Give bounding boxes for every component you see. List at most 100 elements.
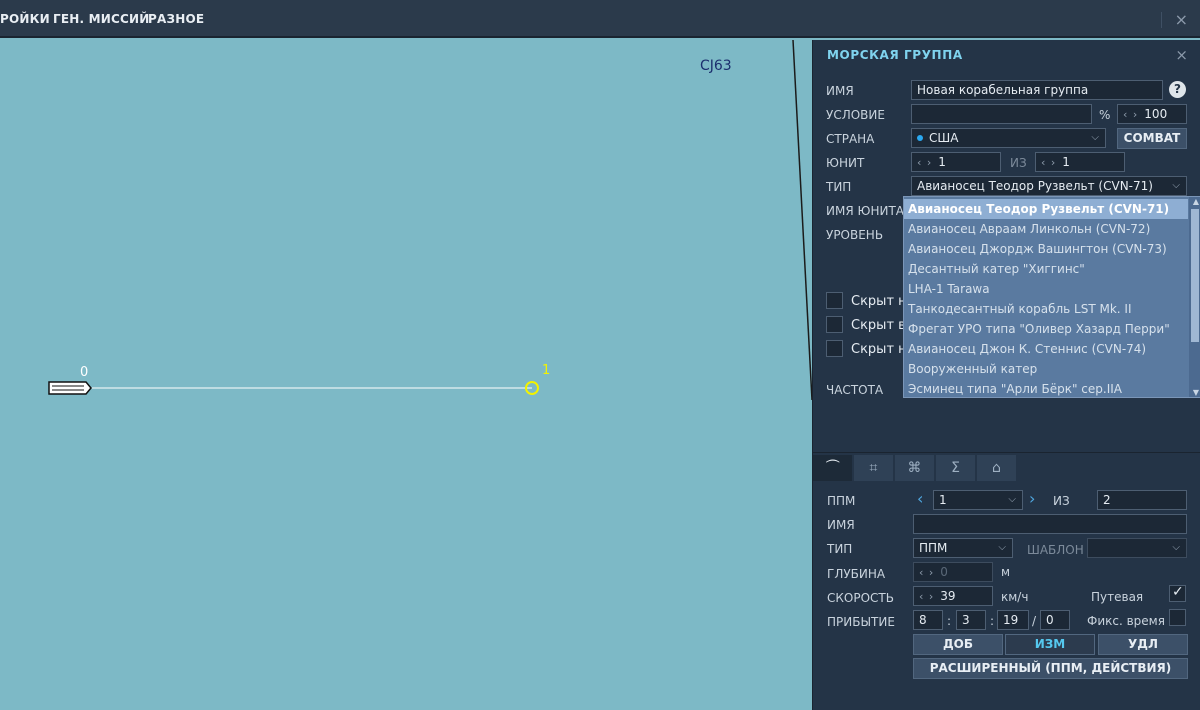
stepper-arrows-icon[interactable]: ‹ › bbox=[1123, 108, 1138, 121]
map-canvas bbox=[48, 40, 812, 401]
panel-title: МОРСКАЯ ГРУППА bbox=[827, 48, 963, 62]
probability-stepper[interactable]: ‹ › 100 bbox=[1117, 104, 1187, 124]
unit-type-dropdown-list[interactable]: Авианосец Теодор Рузвельт (CVN-71) Авиан… bbox=[903, 196, 1200, 398]
dropdown-option[interactable]: Авианосец Джордж Вашингтон (CVN-73) bbox=[908, 239, 1167, 259]
close-icon[interactable]: × bbox=[1175, 46, 1188, 64]
percent-label: % bbox=[1099, 108, 1111, 122]
unit-type-select[interactable]: Авианосец Теодор Рузвельт (CVN-71) ⌵ bbox=[911, 176, 1187, 196]
arrival-seconds-input[interactable]: 0 bbox=[1040, 610, 1070, 630]
separator bbox=[1161, 12, 1162, 28]
unit-value: 1 bbox=[938, 155, 946, 169]
chevron-down-icon: ⌵ bbox=[1091, 132, 1099, 143]
dropdown-option[interactable]: Авианосец Джон К. Стеннис (CVN-74) bbox=[908, 339, 1146, 359]
unit-count-stepper[interactable]: ‹ › 1 bbox=[1035, 152, 1125, 172]
level-label: УРОВЕНЬ bbox=[826, 228, 884, 242]
fixed-time-label: Фикс. время bbox=[1087, 614, 1165, 628]
condition-input[interactable] bbox=[911, 104, 1092, 124]
route-checkbox[interactable] bbox=[1169, 584, 1186, 602]
arrival-hours-input[interactable]: 3 bbox=[956, 610, 986, 630]
arrival-label: ПРИБЫТИЕ bbox=[827, 615, 895, 629]
waypoint-value: 1 bbox=[939, 493, 947, 507]
depth-label: ГЛУБИНА bbox=[827, 567, 886, 581]
time-separator: : bbox=[947, 614, 952, 628]
waypoint-name-input[interactable] bbox=[913, 514, 1187, 534]
chevron-down-icon: ⌵ bbox=[1172, 180, 1180, 191]
stepper-arrows-icon[interactable]: ‹ › bbox=[917, 156, 932, 169]
scrollbar-thumb[interactable] bbox=[1191, 209, 1199, 342]
waypoint-type-value: ППМ bbox=[919, 541, 948, 555]
next-waypoint-icon[interactable]: › bbox=[1029, 489, 1035, 508]
dropdown-option[interactable]: LHA-1 Tarawa bbox=[908, 279, 990, 299]
country-select[interactable]: США ⌵ bbox=[911, 128, 1106, 148]
chevron-down-icon: ⌵ bbox=[1008, 494, 1016, 505]
section-divider bbox=[813, 452, 1200, 453]
stepper-arrows-icon[interactable]: ‹ › bbox=[919, 590, 934, 603]
waypoint-label: ППМ bbox=[827, 494, 856, 508]
waypoint-0-label: 0 bbox=[80, 365, 89, 380]
route-label: Путевая bbox=[1091, 590, 1144, 604]
menu-settings[interactable]: РОЙКИ bbox=[0, 12, 50, 26]
add-waypoint-button[interactable]: ДОБ bbox=[913, 634, 1003, 655]
dropdown-option[interactable]: Десантный катер "Хиггинс" bbox=[908, 259, 1085, 279]
template-select[interactable]: ⌵ bbox=[1087, 538, 1187, 558]
arrival-minutes-input[interactable]: 19 bbox=[997, 610, 1029, 630]
scroll-up-icon[interactable]: ▲ bbox=[1193, 197, 1199, 206]
dropdown-option[interactable]: Фрегат УРО типа "Оливер Хазард Перри" bbox=[908, 319, 1170, 339]
dropdown-option[interactable]: Авианосец Авраам Линкольн (CVN-72) bbox=[908, 219, 1150, 239]
advanced-actions-button[interactable]: РАСШИРЕННЫЙ (ППМ, ДЕЙСТВИЯ) bbox=[913, 658, 1188, 679]
route-icon[interactable]: ⏜ bbox=[813, 455, 853, 481]
menu-misc[interactable]: РАЗНОЕ bbox=[148, 12, 204, 26]
help-icon[interactable]: ? bbox=[1169, 81, 1186, 98]
speed-value: 39 bbox=[940, 589, 956, 603]
chevron-down-icon: ⌵ bbox=[998, 542, 1006, 553]
waypoint-total: 2 bbox=[1097, 490, 1187, 510]
time-separator: / bbox=[1032, 614, 1037, 628]
map-view[interactable]: CJ63 0 1 bbox=[0, 40, 812, 710]
country-label: СТРАНА bbox=[826, 132, 875, 146]
dropdown-scrollbar[interactable]: ▲ ▼ bbox=[1189, 197, 1200, 397]
menu-mission-generator[interactable]: ГЕН. МИССИЙ bbox=[53, 12, 150, 26]
group-name-input[interactable]: Новая корабельная группа bbox=[911, 80, 1163, 100]
sigma-icon[interactable]: Σ bbox=[936, 455, 976, 481]
scroll-down-icon[interactable]: ▼ bbox=[1193, 388, 1199, 397]
dropdown-option[interactable]: Танкодесантный корабль LST Mk. II bbox=[908, 299, 1132, 319]
hangar-icon[interactable]: ⌂ bbox=[977, 455, 1017, 481]
fixed-time-checkbox[interactable] bbox=[1169, 609, 1186, 626]
waypoint-type-select[interactable]: ППМ ⌵ bbox=[913, 538, 1013, 558]
hidden-in-checkbox[interactable] bbox=[826, 316, 843, 333]
unit-count-value: 1 bbox=[1062, 155, 1070, 169]
naval-group-panel: МОРСКАЯ ГРУППА × ИМЯ Новая корабельная г… bbox=[812, 40, 1200, 710]
top-menu-bar: РОЙКИ ГЕН. МИССИЙ РАЗНОЕ × bbox=[0, 0, 1200, 38]
stepper-arrows-icon[interactable]: ‹ › bbox=[1041, 156, 1056, 169]
speed-stepper[interactable]: ‹ › 39 bbox=[913, 586, 993, 606]
target-icon[interactable]: ⌗ bbox=[854, 455, 894, 481]
waypoint-1-label: 1 bbox=[542, 363, 551, 378]
stepper-arrows-icon[interactable]: ‹ › bbox=[919, 566, 934, 579]
network-icon[interactable]: ⌘ bbox=[895, 455, 935, 481]
dropdown-option[interactable]: Вооруженный катер bbox=[908, 359, 1037, 379]
time-separator: : bbox=[990, 614, 995, 628]
unit-of-label: ИЗ bbox=[1010, 156, 1027, 170]
wp-type-label: ТИП bbox=[827, 542, 853, 556]
hidden-on-checkbox[interactable] bbox=[826, 340, 843, 357]
dropdown-option-selected[interactable]: Авианосец Теодор Рузвельт (CVN-71) bbox=[904, 199, 1188, 219]
unit-stepper[interactable]: ‹ › 1 bbox=[911, 152, 1001, 172]
delete-waypoint-button[interactable]: УДЛ bbox=[1098, 634, 1188, 655]
waypoint-select[interactable]: 1 ⌵ bbox=[933, 490, 1023, 510]
depth-unit: м bbox=[1001, 565, 1011, 579]
edit-waypoint-button[interactable]: ИЗМ bbox=[1005, 634, 1095, 655]
ship-group-icon bbox=[48, 381, 92, 395]
close-icon[interactable]: × bbox=[1175, 10, 1188, 29]
prev-waypoint-icon[interactable]: ‹ bbox=[917, 489, 923, 508]
chevron-down-icon: ⌵ bbox=[1172, 542, 1180, 553]
combat-button[interactable]: COMBAT bbox=[1117, 128, 1187, 149]
probability-value: 100 bbox=[1144, 107, 1168, 121]
arrival-days-input[interactable]: 8 bbox=[913, 610, 943, 630]
type-label: ТИП bbox=[826, 180, 852, 194]
dropdown-option[interactable]: Эсминец типа "Арли Бёрк" сер.IIA bbox=[908, 379, 1122, 397]
unit-label: ЮНИТ bbox=[826, 156, 865, 170]
unit-type-value: Авианосец Теодор Рузвельт (CVN-71) bbox=[917, 179, 1153, 193]
country-color-dot bbox=[917, 134, 923, 141]
depth-stepper[interactable]: ‹ › 0 bbox=[913, 562, 993, 582]
hidden-on-map-checkbox[interactable] bbox=[826, 292, 843, 309]
